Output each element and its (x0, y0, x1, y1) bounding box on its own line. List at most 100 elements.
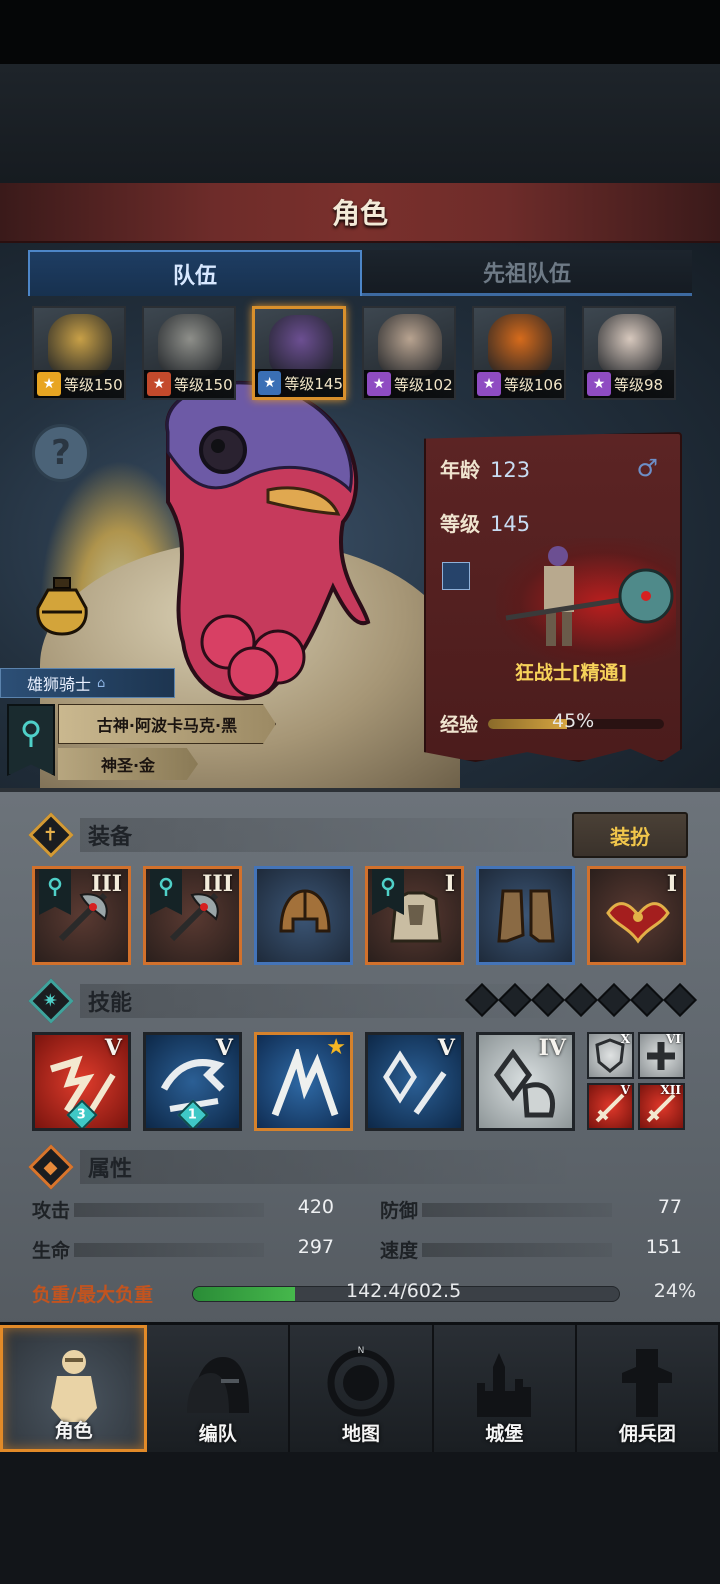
gem-slot[interactable] (498, 983, 532, 1017)
gem-slots (465, 983, 697, 1017)
skill-slot[interactable]: IV (476, 1032, 575, 1131)
gem-slot[interactable] (564, 983, 598, 1017)
faction-banner-icon (7, 704, 55, 776)
dress-up-button[interactable]: 装扮 (572, 812, 688, 858)
attributes-header-strip (80, 1150, 580, 1184)
deity-label[interactable]: 古神·阿波卡马克·黑 (58, 704, 276, 744)
level-label: 等级 (440, 512, 480, 536)
male-icon: ♂ (636, 454, 658, 482)
stat-value: 151 (645, 1236, 682, 1258)
roster-portrait[interactable]: ★ 等级102 (362, 306, 456, 400)
level-text: 等级102 (394, 375, 453, 394)
roster-portrait[interactable]: ★ 等级145 (252, 306, 346, 400)
nav-formation[interactable]: 编队 (147, 1325, 291, 1452)
level-text: 等级145 (284, 374, 343, 393)
stat-attack: 攻击 420 (32, 1196, 334, 1222)
hero-face (269, 315, 333, 377)
passive-skill-slot[interactable]: X (587, 1032, 634, 1079)
equipment-slots: III III I I (32, 866, 686, 965)
alignment-label[interactable]: 神圣·金 (58, 748, 198, 780)
helmet-group-icon (186, 1357, 249, 1413)
order-label[interactable]: 雄狮骑士 ⌂ (0, 668, 175, 698)
boots-icon (497, 889, 555, 943)
roster-portrait[interactable]: ★ 等级98 (582, 306, 676, 400)
party-tabs: 队伍 先祖队伍 (28, 250, 692, 296)
skill-slot[interactable]: ★ (254, 1032, 353, 1131)
stat-label: 攻击 (32, 1200, 71, 1222)
nav-label: 编队 (198, 1423, 237, 1445)
star-burst-icon: ✷ (28, 978, 74, 1024)
gem-slot[interactable] (531, 983, 565, 1017)
gem-slot[interactable] (663, 983, 697, 1017)
passive-skill-slot[interactable]: XII (638, 1083, 685, 1130)
hero-turkey-head (165, 381, 371, 701)
equipment-slot-amulet[interactable]: I (587, 866, 686, 965)
nav-castle[interactable]: 城堡 (434, 1325, 577, 1452)
equipment-header: ✝ 装备 (28, 812, 132, 858)
skill-slot[interactable]: V 3 (32, 1032, 131, 1131)
roster-portrait[interactable]: ★ 等级106 (472, 306, 566, 400)
title-banner: 角色 (0, 183, 720, 243)
passive-skill-slot[interactable]: VI (638, 1032, 685, 1079)
passive-skill-slot[interactable]: V (587, 1083, 634, 1130)
gem-slot[interactable] (465, 983, 499, 1017)
nav-map[interactable]: N 地图 (290, 1325, 434, 1452)
potion-icon[interactable] (34, 576, 90, 636)
class-icon: ★ (587, 372, 611, 396)
equipment-slot-weapon[interactable]: III (32, 866, 131, 965)
equipment-title: 装备 (88, 825, 133, 850)
class-name: 狂战士[精通] (514, 662, 628, 684)
tier-label: I (666, 871, 677, 897)
order-name: 雄狮骑士 (27, 675, 92, 694)
bottom-nav: 角色 编队 N 地图 城堡 佣兵团 (0, 1322, 720, 1452)
tier-label: VI (666, 1032, 681, 1046)
faction-panel: 雄狮骑士 ⌂ 古神·阿波卡马克·黑 神圣·金 (0, 668, 280, 788)
cross-icon: ✝ (28, 812, 74, 858)
skill-slot[interactable]: V (365, 1032, 464, 1131)
skill-slot[interactable]: V 1 (143, 1032, 242, 1131)
attributes-title: 属性 (88, 1157, 133, 1182)
level-text: 等级106 (504, 375, 563, 394)
header-background (0, 64, 720, 184)
stat-bar (74, 1203, 264, 1217)
skills-header: ✷ 技能 (28, 978, 132, 1024)
help-button[interactable]: ? (32, 424, 90, 482)
nav-label: 角色 (54, 1420, 93, 1442)
tier-label: IV (538, 1035, 566, 1061)
skill-count: 1 (187, 1107, 198, 1123)
level-strip: ★ 等级145 (255, 369, 343, 397)
class-icon: ★ (367, 372, 391, 396)
stat-speed: 速度 151 (380, 1236, 682, 1262)
skills-title: 技能 (88, 991, 133, 1016)
equipment-slot-helmet[interactable] (254, 866, 353, 965)
level-strip: ★ 等级150 (144, 370, 234, 398)
tab-party[interactable]: 队伍 (28, 250, 362, 296)
age-value: 123 (490, 458, 531, 482)
passive-skills: X VI V XII (587, 1032, 685, 1131)
equipment-slot-armor[interactable]: I (365, 866, 464, 965)
skill-count: 3 (76, 1107, 87, 1123)
roster-portrait[interactable]: ★ 等级150 (32, 306, 126, 400)
equipment-slot-boots[interactable] (476, 866, 575, 965)
stat-bar (422, 1203, 612, 1217)
compass-map-icon: N (327, 1345, 395, 1417)
gem-slot[interactable] (597, 983, 631, 1017)
hero-face (488, 314, 552, 376)
tier-label: V (104, 1035, 122, 1061)
tab-ancestor-party[interactable]: 先祖队伍 (362, 250, 692, 296)
roster-portrait[interactable]: ★ 等级150 (142, 306, 236, 400)
nav-label: 佣兵团 (618, 1423, 676, 1445)
nav-mercenaries[interactable]: 佣兵团 (577, 1325, 720, 1452)
nav-character[interactable]: 角色 (0, 1325, 148, 1452)
gem-slot[interactable] (630, 983, 664, 1017)
page-title: 角色 (331, 197, 388, 230)
exp-label: 经验 (440, 714, 479, 736)
equipment-slot-offhand[interactable]: III (143, 866, 242, 965)
class-icon: ★ (258, 371, 282, 395)
stat-health: 生命 297 (32, 1236, 334, 1262)
class-icon: ★ (37, 372, 61, 396)
level-text: 等级98 (614, 375, 664, 394)
carry-weight: 负重/最大负重 142.4/602.5 24% (32, 1280, 696, 1308)
question-icon: ? (51, 433, 71, 473)
stat-value: 77 (657, 1196, 682, 1218)
